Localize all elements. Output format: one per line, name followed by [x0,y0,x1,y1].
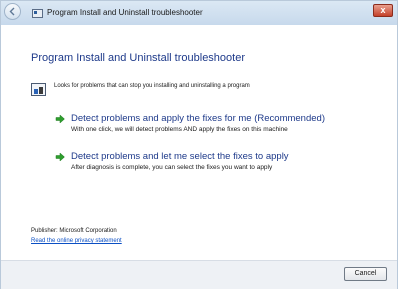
back-arrow-icon [9,7,15,16]
troubleshooter-app-icon [32,9,43,18]
window-title: Program Install and Uninstall troublesho… [47,8,203,17]
option-description: After diagnosis is complete, you can sel… [71,164,273,171]
troubleshooter-icon [31,83,46,96]
page-description: Looks for problems that can stop you ins… [54,83,250,89]
title-bar: Program Install and Uninstall troublesho… [1,1,397,25]
green-arrow-icon [55,152,65,162]
back-button[interactable] [4,3,21,20]
green-arrow-icon [55,114,65,124]
close-button[interactable]: x [373,4,393,17]
footer-bar: Cancel [1,260,397,289]
publisher-text: Publisher: Microsoft Corporation [31,228,117,234]
troubleshooter-window: Program Install and Uninstall troublesho… [0,0,398,289]
option-title: Detect problems and let me select the fi… [71,151,289,162]
option-description: With one click, we will detect problems … [71,126,288,133]
option-select-fixes-manually[interactable]: Detect problems and let me select the fi… [55,151,355,179]
privacy-statement-link[interactable]: Read the online privacy statement [31,238,122,244]
page-title: Program Install and Uninstall troublesho… [31,52,246,64]
cancel-button[interactable]: Cancel [344,267,387,281]
option-title: Detect problems and apply the fixes for … [71,113,325,124]
option-apply-fixes-automatically[interactable]: Detect problems and apply the fixes for … [55,113,355,141]
